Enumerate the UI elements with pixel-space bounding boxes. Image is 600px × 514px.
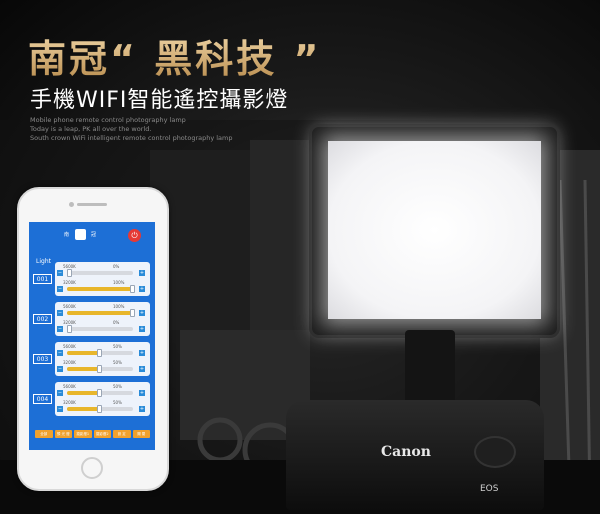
desc-line-1: Mobile phone remote control photography … <box>30 116 186 124</box>
camera-brand: Canon <box>381 444 431 460</box>
brightness-slider[interactable] <box>67 349 133 357</box>
app-logo-icon <box>75 229 86 240</box>
slider-knob[interactable] <box>97 405 102 413</box>
increase-button[interactable]: + <box>139 390 145 396</box>
desc-line-2: Today is a leap, PK all over the world. <box>30 125 152 133</box>
brightness-slider[interactable] <box>67 405 133 413</box>
group-id-004[interactable]: 004 <box>33 394 52 404</box>
group-id-003[interactable]: 003 <box>33 354 52 364</box>
headline: 南冠“ 黑科技 ” <box>28 28 321 83</box>
app-brand-right: 冠 <box>91 232 97 238</box>
brightness-slider[interactable] <box>67 285 135 293</box>
decrease-button[interactable]: − <box>57 366 63 372</box>
channel-percent: 50% <box>113 360 122 365</box>
slider-knob[interactable] <box>130 309 135 317</box>
light-group-card: 5600K 50% − +3200K 50% − + <box>55 342 150 376</box>
channel-label: 5600K <box>63 344 76 349</box>
channel-percent: 100% <box>113 304 125 309</box>
app-screen: 南 冠 ⏻ Light 001 5600K 0% − +3200K 100% − +002 56… <box>29 222 155 450</box>
bottom-button-preview[interactable]: 預 光 燈 <box>54 430 72 438</box>
increase-button[interactable]: + <box>139 270 145 276</box>
increase-button[interactable]: + <box>139 366 145 372</box>
slider-fill <box>67 351 100 355</box>
slider-fill <box>67 311 133 315</box>
channel-label: 3200K <box>63 280 76 285</box>
light-group-card: 5600K 50% − +3200K 50% − + <box>55 382 150 416</box>
increase-button[interactable]: + <box>139 286 145 292</box>
slider-knob[interactable] <box>97 365 102 373</box>
led-panel-screen <box>328 141 541 319</box>
desc-line-3: South crown WiFi intelligent remote cont… <box>30 134 233 142</box>
channel-percent: 50% <box>113 384 122 389</box>
brightness-slider[interactable] <box>67 389 133 397</box>
brightness-slider[interactable] <box>67 325 133 333</box>
bottom-button-settings[interactable]: 設 定 <box>113 430 131 438</box>
camera-mode-dial <box>474 436 516 468</box>
channel-label: 5600K <box>63 304 76 309</box>
group-id-001[interactable]: 001 <box>33 274 52 284</box>
channel-label: 5600K <box>63 384 76 389</box>
channel-label: 3200K <box>63 360 76 365</box>
bottom-button-all[interactable]: 全部 <box>35 430 53 438</box>
slider-fill <box>67 367 100 371</box>
phone-mockup: 南 冠 ⏻ Light 001 5600K 0% − +3200K 100% − +002 56… <box>17 187 169 491</box>
phone-home-button <box>81 457 103 479</box>
headline-brand: 南冠 <box>28 37 111 81</box>
decrease-button[interactable]: − <box>57 310 63 316</box>
app-bottom-bar: 全部 預 光 燈 攝影燈1 攝影燈2 設 定 關 閉 <box>35 430 150 438</box>
slider-knob[interactable] <box>97 389 102 397</box>
decrease-button[interactable]: − <box>57 406 63 412</box>
slider-fill <box>67 407 100 411</box>
power-button[interactable]: ⏻ <box>128 229 141 242</box>
channel-label: 3200K <box>63 400 76 405</box>
led-panel <box>309 124 560 338</box>
phone-camera <box>69 202 74 207</box>
increase-button[interactable]: + <box>139 326 145 332</box>
increase-button[interactable]: + <box>139 406 145 412</box>
power-icon: ⏻ <box>131 231 138 240</box>
bottom-button-lamp-2[interactable]: 攝影燈2 <box>93 430 111 438</box>
channel-percent: 50% <box>113 344 122 349</box>
channel-percent: 0% <box>113 320 120 325</box>
bottom-button-lamp-1[interactable]: 攝影燈1 <box>74 430 92 438</box>
light-group-card: 5600K 0% − +3200K 100% − + <box>55 262 150 296</box>
decrease-button[interactable]: − <box>57 270 63 276</box>
light-group-card: 5600K 100% − +3200K 0% − + <box>55 302 150 336</box>
phone-speaker <box>77 203 107 206</box>
decrease-button[interactable]: − <box>57 390 63 396</box>
brightness-slider[interactable] <box>67 269 133 277</box>
increase-button[interactable]: + <box>139 350 145 356</box>
app-header: 南 冠 ⏻ <box>29 222 155 250</box>
brightness-slider[interactable] <box>67 309 135 317</box>
light-label: Light <box>36 258 51 265</box>
product-banner: 南冠“ 黑科技 ” 手機WIFI智能遙控攝影燈 Mobile phone rem… <box>0 0 600 514</box>
bottom-button-close[interactable]: 關 閉 <box>132 430 150 438</box>
slider-knob[interactable] <box>67 269 72 277</box>
decrease-button[interactable]: − <box>57 350 63 356</box>
brightness-slider[interactable] <box>67 365 133 373</box>
slider-knob[interactable] <box>97 349 102 357</box>
app-brand-left: 南 <box>64 232 70 238</box>
slider-fill <box>67 287 133 291</box>
channel-percent: 100% <box>113 280 125 285</box>
camera-model: EOS <box>480 484 499 494</box>
slider-knob[interactable] <box>67 325 72 333</box>
increase-button[interactable]: + <box>139 310 145 316</box>
group-id-002[interactable]: 002 <box>33 314 52 324</box>
slider-knob[interactable] <box>130 285 135 293</box>
channel-percent: 50% <box>113 400 122 405</box>
subheadline: 手機WIFI智能遙控攝影燈 <box>30 88 289 113</box>
slider-fill <box>67 391 100 395</box>
headline-quote: “ 黑科技 ” <box>110 37 322 81</box>
decrease-button[interactable]: − <box>57 286 63 292</box>
decrease-button[interactable]: − <box>57 326 63 332</box>
channel-percent: 0% <box>113 264 120 269</box>
